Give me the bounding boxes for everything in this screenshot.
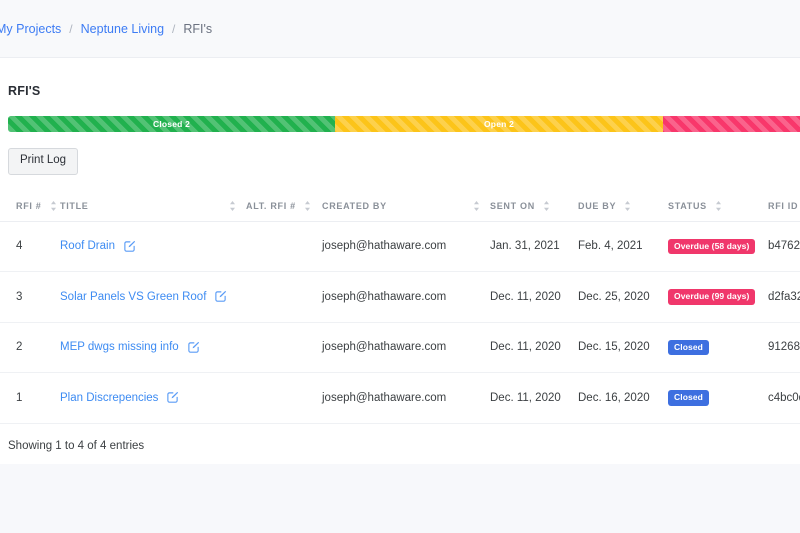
- cell-status: Closed: [668, 372, 768, 424]
- column-header-status[interactable]: STATUS: [668, 190, 768, 222]
- column-header-title[interactable]: TITLE: [60, 190, 246, 222]
- breadcrumb-item-neptune-living[interactable]: Neptune Living: [81, 22, 164, 36]
- cell-due-by: Dec. 15, 2020: [578, 322, 668, 373]
- sort-icon[interactable]: [715, 200, 724, 211]
- rfi-title-link[interactable]: Solar Panels VS Green Roof: [60, 291, 206, 303]
- cell-status: Overdue (58 days): [668, 221, 768, 272]
- table-header: RFI # TITLE ALT. RFI # CREATED BY SENT O…: [0, 190, 800, 222]
- column-header-created-by[interactable]: CREATED BY: [322, 190, 490, 222]
- status-badge: Closed: [668, 339, 709, 355]
- cell-due-by: Dec. 25, 2020: [578, 271, 668, 323]
- cell-rfi-number: 3: [0, 271, 60, 323]
- column-label: ALT. RFI #: [246, 200, 296, 211]
- toolbar: Print Log: [0, 132, 800, 175]
- cell-rfi-id: 91268a9: [768, 322, 800, 373]
- table-row[interactable]: 2 MEP dwgs missing info joseph@hathaware…: [0, 322, 800, 373]
- cell-rfi-number: 1: [0, 372, 60, 424]
- edit-square-icon[interactable]: [123, 240, 136, 253]
- content-card: RFI'S Closed 2 Open 2 Print Log RFI # TI…: [0, 58, 800, 464]
- rfi-title-link[interactable]: MEP dwgs missing info: [60, 341, 179, 353]
- cell-created-by: joseph@hathaware.com: [322, 322, 490, 373]
- cell-status: Overdue (99 days): [668, 271, 768, 323]
- cell-alt-rfi-number: [246, 372, 322, 424]
- column-header-sent-on[interactable]: SENT ON: [490, 190, 578, 222]
- status-progress-bar: Closed 2 Open 2: [8, 116, 800, 132]
- edit-square-icon[interactable]: [214, 290, 227, 303]
- rfi-table-container: RFI # TITLE ALT. RFI # CREATED BY SENT O…: [0, 190, 800, 424]
- page-background-tail: [0, 464, 800, 533]
- status-segment-overdue[interactable]: [663, 116, 800, 132]
- cell-title: Solar Panels VS Green Roof: [60, 271, 246, 323]
- column-label: RFI ID: [768, 200, 799, 211]
- breadcrumb-bar: My Projects / Neptune Living / RFI's: [0, 0, 800, 58]
- status-segment-open[interactable]: Open 2: [335, 116, 663, 132]
- status-badge: Closed: [668, 390, 709, 406]
- table-entries-info: Showing 1 to 4 of 4 entries: [8, 439, 145, 452]
- column-label: DUE BY: [578, 200, 617, 211]
- cell-rfi-id: c4bc0df: [768, 372, 800, 424]
- breadcrumb-separator: /: [172, 21, 176, 36]
- cell-rfi-number: 4: [0, 221, 60, 272]
- column-header-rfi-id: RFI ID: [768, 190, 800, 222]
- table-row[interactable]: 4 Roof Drain joseph@hathaware.com Jan. 3…: [0, 221, 800, 272]
- sort-icon[interactable]: [624, 200, 633, 211]
- column-label: TITLE: [60, 200, 89, 211]
- sort-icon[interactable]: [473, 200, 482, 211]
- edit-square-icon[interactable]: [187, 341, 200, 354]
- column-label: STATUS: [668, 200, 707, 211]
- table-header-row: RFI # TITLE ALT. RFI # CREATED BY SENT O…: [0, 190, 800, 222]
- cell-alt-rfi-number: [246, 221, 322, 272]
- status-badge: Overdue (99 days): [668, 289, 756, 305]
- cell-title: MEP dwgs missing info: [60, 322, 246, 373]
- column-header-rfi-number[interactable]: RFI #: [0, 190, 60, 222]
- status-badge: Overdue (58 days): [668, 238, 756, 254]
- rfi-title-link[interactable]: Roof Drain: [60, 240, 115, 252]
- cell-alt-rfi-number: [246, 271, 322, 323]
- sort-icon[interactable]: [543, 200, 552, 211]
- rfi-title-link[interactable]: Plan Discrepencies: [60, 392, 158, 404]
- table-row[interactable]: 1 Plan Discrepencies joseph@hathaware.co…: [0, 372, 800, 424]
- breadcrumb-separator: /: [69, 21, 73, 36]
- rfi-table: RFI # TITLE ALT. RFI # CREATED BY SENT O…: [0, 190, 800, 424]
- cell-sent-on: Jan. 31, 2021: [490, 221, 578, 272]
- breadcrumb: My Projects / Neptune Living / RFI's: [0, 22, 212, 36]
- cell-rfi-number: 2: [0, 322, 60, 373]
- column-label: RFI #: [16, 200, 42, 211]
- print-log-button[interactable]: Print Log: [8, 148, 79, 175]
- sort-icon[interactable]: [304, 200, 313, 211]
- cell-sent-on: Dec. 11, 2020: [490, 322, 578, 373]
- cell-title: Roof Drain: [60, 221, 246, 272]
- sort-icon[interactable]: [229, 200, 238, 211]
- cell-sent-on: Dec. 11, 2020: [490, 271, 578, 323]
- cell-alt-rfi-number: [246, 322, 322, 373]
- cell-created-by: joseph@hathaware.com: [322, 271, 490, 323]
- breadcrumb-item-my-projects[interactable]: My Projects: [0, 22, 61, 36]
- cell-rfi-id: b4762c5: [768, 221, 800, 272]
- page-title: RFI'S: [8, 84, 41, 98]
- table-row[interactable]: 3 Solar Panels VS Green Roof joseph@hath…: [0, 271, 800, 323]
- cell-status: Closed: [668, 322, 768, 373]
- cell-sent-on: Dec. 11, 2020: [490, 372, 578, 424]
- sort-icon[interactable]: [50, 200, 59, 211]
- cell-created-by: joseph@hathaware.com: [322, 221, 490, 272]
- column-label: CREATED BY: [322, 200, 387, 211]
- cell-rfi-id: d2fa324: [768, 271, 800, 323]
- edit-square-icon[interactable]: [166, 391, 179, 404]
- cell-created-by: joseph@hathaware.com: [322, 372, 490, 424]
- column-header-alt-rfi-number[interactable]: ALT. RFI #: [246, 190, 322, 222]
- column-header-due-by[interactable]: DUE BY: [578, 190, 668, 222]
- status-segment-closed[interactable]: Closed 2: [8, 116, 335, 132]
- table-body: 4 Roof Drain joseph@hathaware.com Jan. 3…: [0, 221, 800, 424]
- cell-title: Plan Discrepencies: [60, 372, 246, 424]
- column-label: SENT ON: [490, 200, 535, 211]
- cell-due-by: Feb. 4, 2021: [578, 221, 668, 272]
- cell-due-by: Dec. 16, 2020: [578, 372, 668, 424]
- breadcrumb-item-current: RFI's: [183, 21, 213, 36]
